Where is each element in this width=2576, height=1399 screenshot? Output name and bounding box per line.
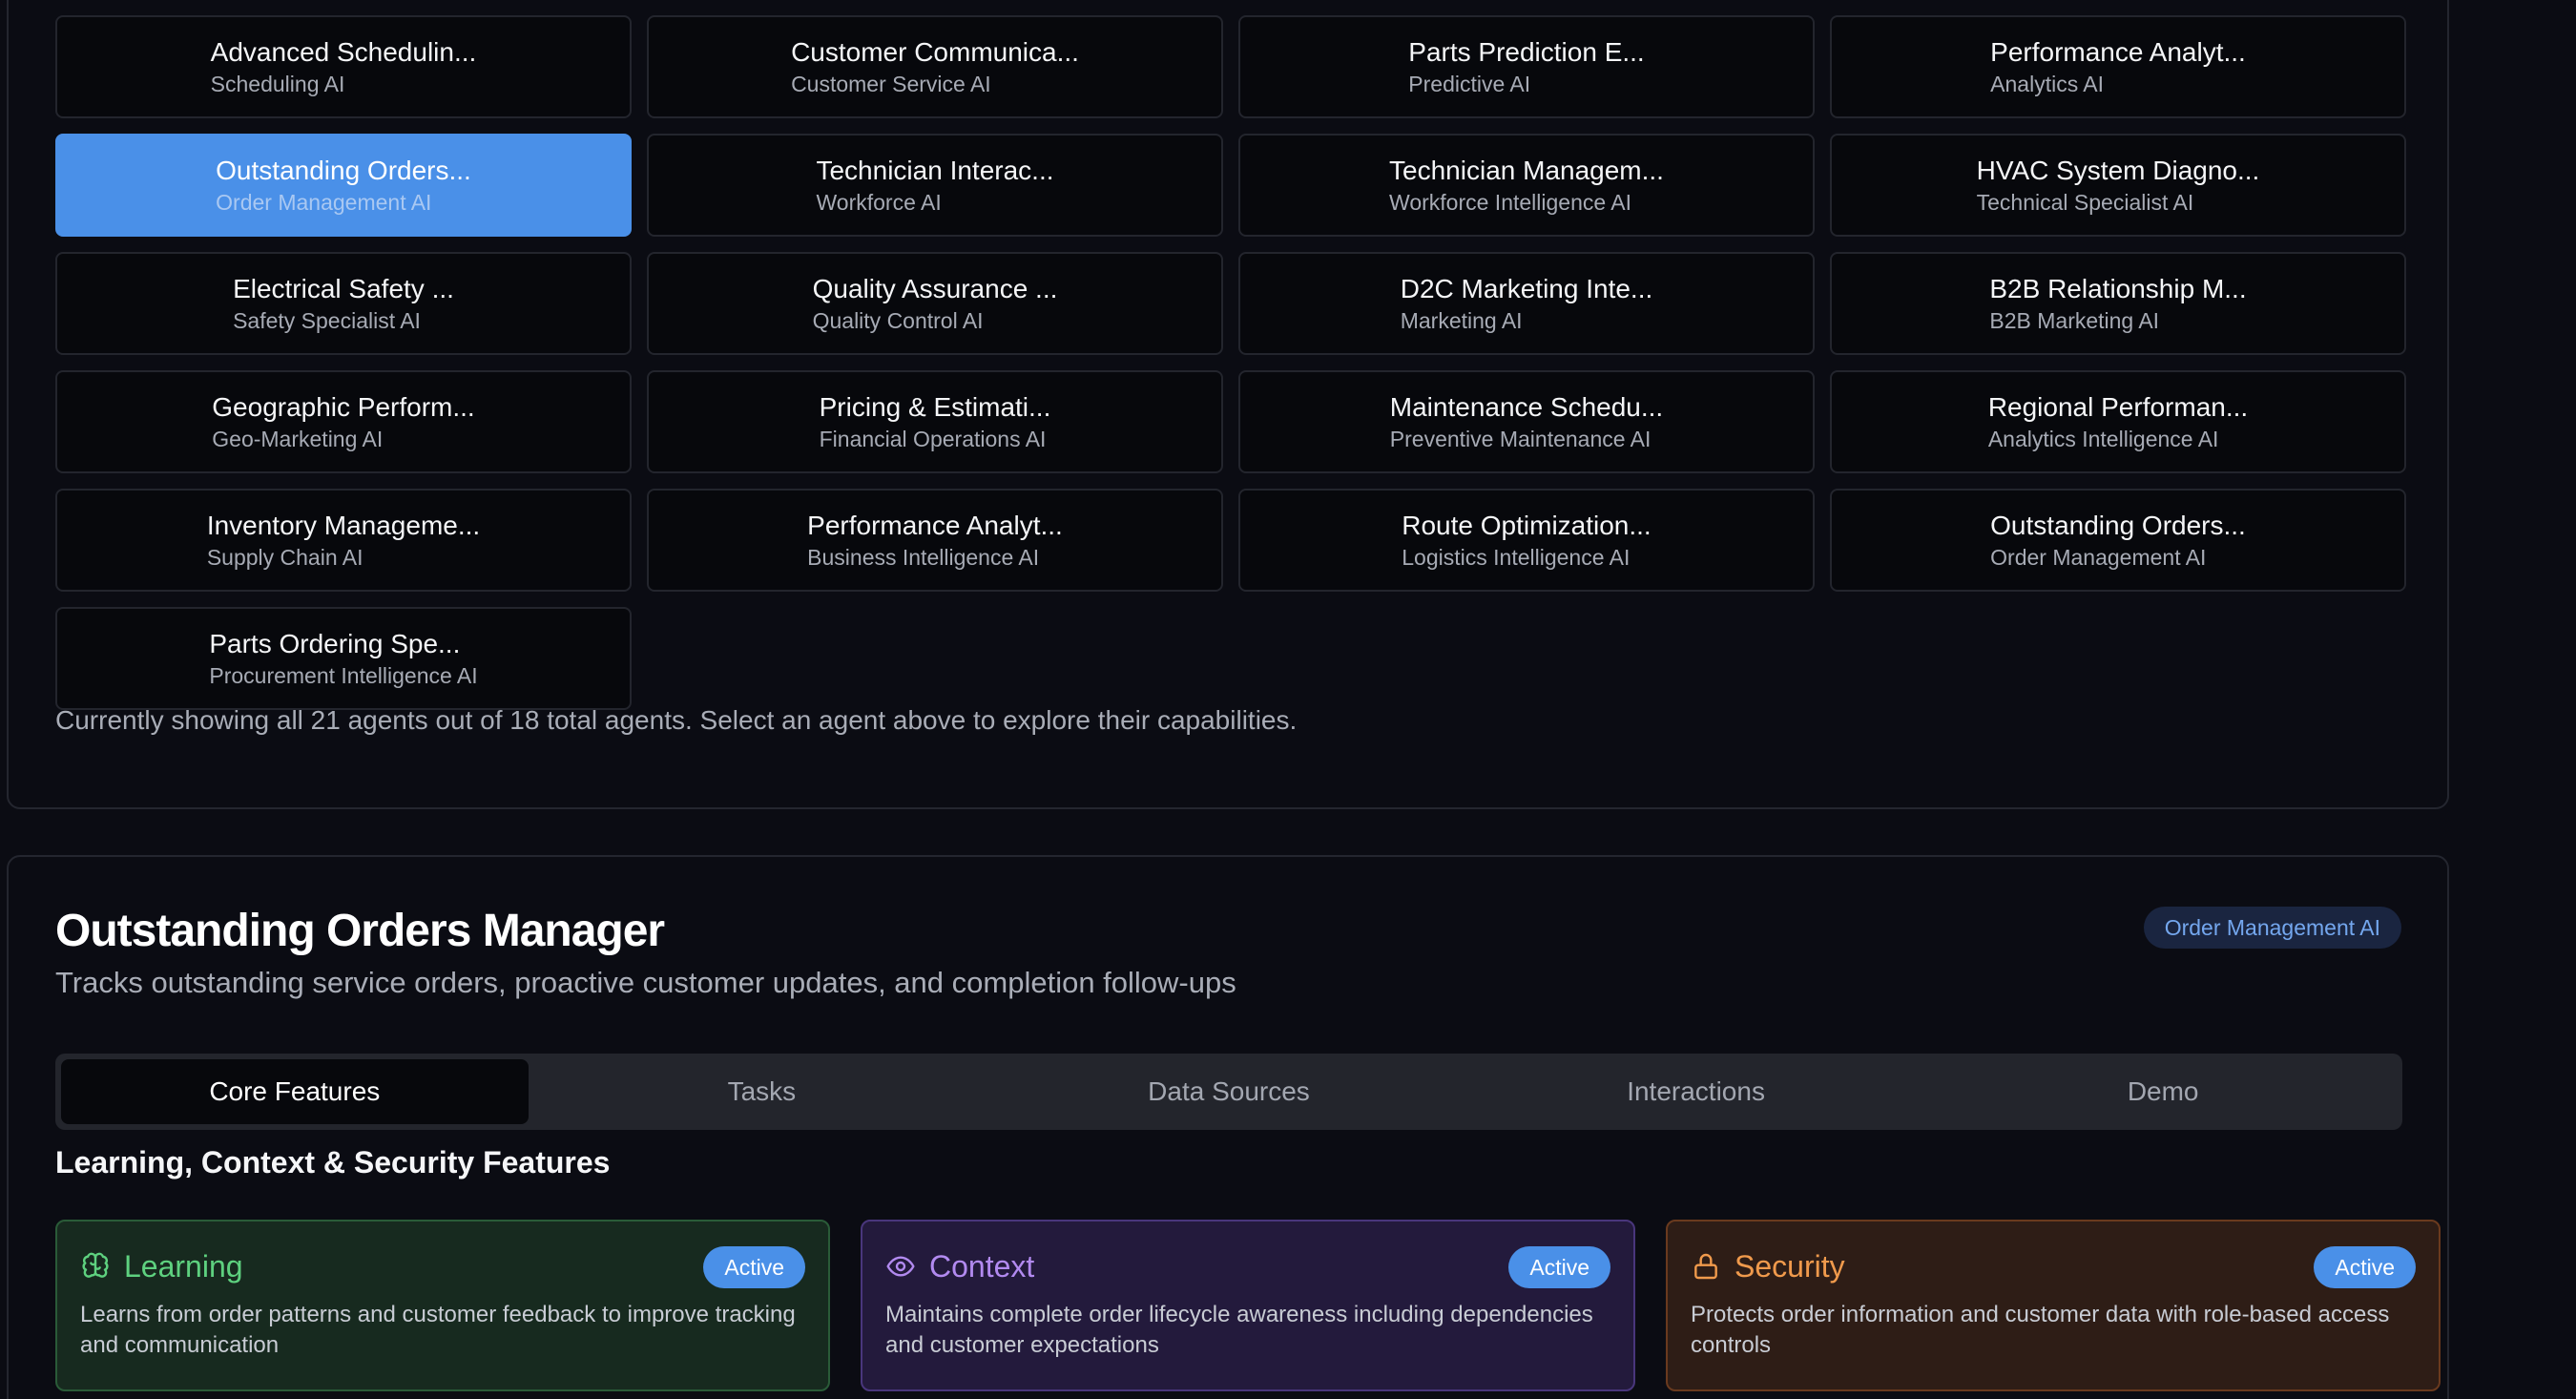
agent-card-pricing-estimation[interactable]: Pricing & Estimati... Financial Operation…	[647, 370, 1223, 473]
agent-detail-panel: Outstanding Orders Manager Order Managem…	[7, 855, 2449, 1399]
tab-core-features[interactable]: Core Features	[61, 1059, 529, 1124]
status-badge: Active	[2314, 1246, 2416, 1288]
agent-card-title: Inventory Manageme...	[206, 511, 481, 540]
agent-grid: Advanced Schedulin... Scheduling AI Custo…	[55, 15, 2412, 710]
agent-card-electrical-safety[interactable]: Electrical Safety ... Safety Specialist A…	[55, 252, 632, 355]
agent-card-title: Outstanding Orders...	[1990, 511, 2246, 540]
agent-selector-panel: Advanced Schedulin... Scheduling AI Custo…	[7, 0, 2449, 809]
feature-card-context: Context Active Maintains complete order …	[861, 1220, 1635, 1391]
agent-card-title: B2B Relationship M...	[1989, 274, 2247, 303]
section-heading: Learning, Context & Security Features	[55, 1145, 611, 1180]
agent-card-subtitle: Quality Control AI	[812, 308, 984, 333]
agent-card-subtitle: Logistics Intelligence AI	[1402, 545, 1631, 570]
agent-card-subtitle: Procurement Intelligence AI	[209, 663, 478, 688]
feature-card-learning: Learning Active Learns from order patter…	[55, 1220, 830, 1391]
agent-card-subtitle: Predictive AI	[1408, 72, 1531, 96]
agent-card-subtitle: Analytics AI	[1990, 72, 2105, 96]
agent-card-subtitle: Customer Service AI	[791, 72, 991, 96]
lock-icon	[1691, 1251, 1721, 1282]
agent-card-geographic-performance[interactable]: Geographic Perform... Geo-Marketing AI	[55, 370, 632, 473]
agent-card-title: Performance Analyt...	[1990, 37, 2246, 67]
agent-card-subtitle: Safety Specialist AI	[233, 308, 421, 333]
agent-detail-title: Outstanding Orders Manager	[55, 906, 665, 956]
agent-card-title: Technician Managem...	[1389, 156, 1664, 185]
agent-card-title: Pricing & Estimati...	[819, 392, 1051, 422]
agent-card-title: Customer Communica...	[791, 37, 1079, 67]
agent-card-subtitle: Scheduling AI	[210, 72, 345, 96]
feature-description: Protects order information and customer …	[1691, 1302, 2390, 1358]
agent-card-title: Technician Interac...	[816, 156, 1054, 185]
agent-card-b2b-relationship[interactable]: B2B Relationship M... B2B Marketing AI	[1830, 252, 2406, 355]
agent-card-subtitle: Analytics Intelligence AI	[1987, 427, 2219, 451]
agent-card-title: Regional Performan...	[1987, 392, 2249, 422]
agent-card-subtitle: Geo-Marketing AI	[212, 427, 384, 451]
feature-name: Context	[929, 1248, 1035, 1284]
tab-demo[interactable]: Demo	[1929, 1059, 2397, 1124]
agent-card-regional-performance[interactable]: Regional Performan... Analytics Intellige…	[1830, 370, 2406, 473]
agent-card-hvac-diagnostics[interactable]: HVAC System Diagno... Technical Specialis…	[1830, 134, 2406, 237]
agent-card-parts-prediction[interactable]: Parts Prediction E... Predictive AI	[1238, 15, 1815, 118]
agent-card-technician-management[interactable]: Technician Managem... Workforce Intellige…	[1238, 134, 1815, 237]
tab-interactions[interactable]: Interactions	[1463, 1059, 1930, 1124]
agent-card-inventory-management[interactable]: Inventory Manageme... Supply Chain AI	[55, 489, 632, 592]
agent-card-title: Performance Analyt...	[807, 511, 1063, 540]
agent-card-subtitle: Marketing AI	[1400, 308, 1523, 333]
agent-category-badge: Order Management AI	[2143, 907, 2401, 949]
agent-card-subtitle: Preventive Maintenance AI	[1389, 427, 1652, 451]
agent-card-outstanding-orders[interactable]: Outstanding Orders... Order Management AI	[1830, 489, 2406, 592]
brain-icon	[80, 1251, 111, 1282]
feature-description: Learns from order patterns and customer …	[80, 1302, 796, 1358]
tab-tasks[interactable]: Tasks	[529, 1059, 996, 1124]
agent-card-advanced-scheduling[interactable]: Advanced Schedulin... Scheduling AI	[55, 15, 632, 118]
agent-card-customer-communication[interactable]: Customer Communica... Customer Service AI	[647, 15, 1223, 118]
agent-card-subtitle: Technical Specialist AI	[1976, 190, 2194, 215]
agent-card-subtitle: Workforce AI	[816, 190, 942, 215]
agent-card-subtitle: Order Management AI	[216, 190, 432, 215]
agent-count-caption: Currently showing all 21 agents out of 1…	[55, 705, 1298, 735]
feature-name: Learning	[124, 1248, 243, 1284]
agent-card-maintenance-scheduling[interactable]: Maintenance Schedu... Preventive Maintena…	[1238, 370, 1815, 473]
agent-card-title: Electrical Safety ...	[233, 274, 454, 303]
agent-card-subtitle: Supply Chain AI	[206, 545, 364, 570]
agent-card-title: Route Optimization...	[1402, 511, 1652, 540]
detail-tabs: Core Features Tasks Data Sources Interac…	[55, 1054, 2402, 1130]
agent-card-performance-analytics[interactable]: Performance Analyt... Analytics AI	[1830, 15, 2406, 118]
agent-card-subtitle: Financial Operations AI	[819, 427, 1047, 451]
agent-card-d2c-marketing[interactable]: D2C Marketing Inte... Marketing AI	[1238, 252, 1815, 355]
agent-card-title: Advanced Schedulin...	[210, 37, 477, 67]
agent-detail-description: Tracks outstanding service orders, proac…	[55, 966, 1236, 999]
agent-card-title: D2C Marketing Inte...	[1400, 274, 1653, 303]
agent-card-subtitle: Business Intelligence AI	[807, 545, 1040, 570]
eye-icon	[885, 1251, 916, 1282]
agent-card-subtitle: B2B Marketing AI	[1989, 308, 2160, 333]
feature-cards: Learning Active Learns from order patter…	[55, 1220, 2441, 1391]
agent-card-technician-interaction[interactable]: Technician Interac... Workforce AI	[647, 134, 1223, 237]
agent-card-quality-assurance[interactable]: Quality Assurance ... Quality Control AI	[647, 252, 1223, 355]
agent-card-title: Outstanding Orders...	[216, 156, 471, 185]
tab-data-sources[interactable]: Data Sources	[995, 1059, 1463, 1124]
agent-card-title: Quality Assurance ...	[812, 274, 1058, 303]
agent-card-title: Parts Prediction E...	[1408, 37, 1645, 67]
status-badge: Active	[1508, 1246, 1610, 1288]
agent-card-performance-analytics-bi[interactable]: Performance Analyt... Business Intelligen…	[647, 489, 1223, 592]
agent-card-route-optimization[interactable]: Route Optimization... Logistics Intellige…	[1238, 489, 1815, 592]
status-badge: Active	[703, 1246, 805, 1288]
feature-description: Maintains complete order lifecycle aware…	[885, 1302, 1593, 1358]
feature-name: Security	[1735, 1248, 1845, 1284]
agent-card-title: HVAC System Diagno...	[1976, 156, 2260, 185]
agent-card-outstanding-orders-selected[interactable]: Outstanding Orders... Order Management AI	[55, 134, 632, 237]
agent-card-subtitle: Workforce Intelligence AI	[1389, 190, 1632, 215]
agent-card-title: Maintenance Schedu...	[1389, 392, 1664, 422]
agent-card-subtitle: Order Management AI	[1990, 545, 2207, 570]
agent-card-title: Parts Ordering Spe...	[209, 629, 461, 658]
feature-card-security: Security Active Protects order informati…	[1666, 1220, 2441, 1391]
agent-card-title: Geographic Perform...	[212, 392, 475, 422]
agent-card-parts-ordering[interactable]: Parts Ordering Spe... Procurement Intelli…	[55, 607, 632, 710]
